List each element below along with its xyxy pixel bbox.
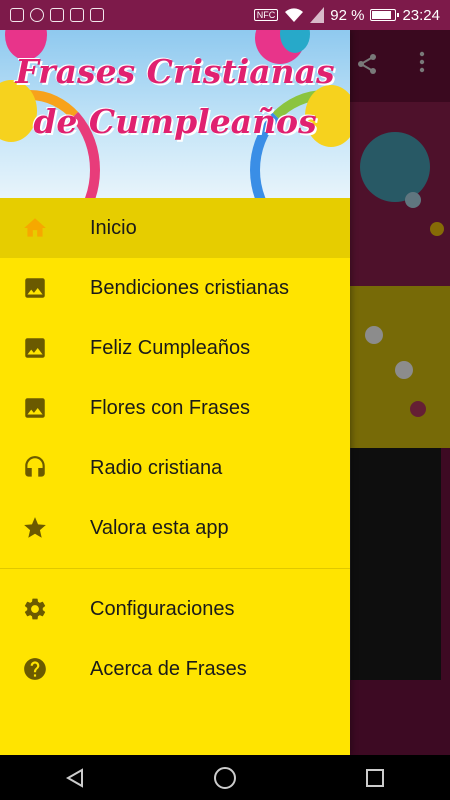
drawer-scrim[interactable] <box>350 30 450 755</box>
signal-icon <box>310 7 325 23</box>
battery-percent: 92 % <box>330 6 365 24</box>
back-button[interactable] <box>45 755 105 800</box>
home-button[interactable] <box>195 755 255 800</box>
clock: 23:24 <box>402 6 440 24</box>
image-icon <box>0 395 90 421</box>
wifi-icon <box>285 8 304 22</box>
recents-icon <box>366 768 384 787</box>
menu-item-configuraciones[interactable]: Configuraciones <box>0 579 350 639</box>
menu-item-bendiciones-cristianas[interactable]: Bendiciones cristianas <box>0 258 350 318</box>
menu-item-inicio[interactable]: Inicio <box>0 198 350 258</box>
menu-item-label: Inicio <box>90 216 137 239</box>
menu-item-label: Valora esta app <box>90 516 229 539</box>
menu-item-feliz-cumpleanos[interactable]: Feliz Cumpleaños <box>0 318 350 378</box>
home-icon <box>0 215 90 241</box>
menu-item-label: Acerca de Frases <box>90 657 247 680</box>
notification-chrome-icon <box>30 8 44 22</box>
menu-item-acerca-de-frases[interactable]: Acerca de Frases <box>0 639 350 699</box>
back-icon <box>65 767 83 788</box>
home-circle-icon <box>214 766 236 789</box>
headphones-icon <box>0 455 90 481</box>
notification-mail-icon <box>10 8 24 22</box>
gear-icon <box>0 596 90 622</box>
image-icon <box>0 275 90 301</box>
nfc-icon: NFC <box>253 9 279 21</box>
notification-chart-icon <box>90 8 104 22</box>
menu-item-radio-cristiana[interactable]: Radio cristiana <box>0 438 350 498</box>
menu-item-label: Bendiciones cristianas <box>90 276 289 299</box>
menu-item-label: Feliz Cumpleaños <box>90 336 251 359</box>
menu-divider <box>0 568 350 569</box>
system-nav-bar <box>0 755 450 800</box>
image-icon <box>0 335 90 361</box>
menu-item-valora-esta-app[interactable]: Valora esta app <box>0 498 350 558</box>
drawer-header: Frases Cristianas de Cumpleaños <box>0 30 350 198</box>
help-icon <box>0 656 90 682</box>
star-icon <box>0 515 90 541</box>
header-title-line1: Frases Cristianas <box>15 52 335 91</box>
menu-item-label: Radio cristiana <box>90 456 223 479</box>
menu-item-label: Flores con Frases <box>90 396 251 419</box>
header-title-line2: de Cumpleaños <box>33 102 317 141</box>
battery-icon <box>370 9 400 21</box>
status-bar: NFC 92 % 23:24 <box>0 0 450 30</box>
drawer-menu: Inicio Bendiciones cristianas Feliz Cump… <box>0 198 350 699</box>
notification-app-icon <box>50 8 64 22</box>
notification-chart-icon <box>70 8 84 22</box>
menu-item-flores-con-frases[interactable]: Flores con Frases <box>0 378 350 438</box>
recents-button[interactable] <box>345 755 405 800</box>
menu-item-label: Configuraciones <box>90 597 235 620</box>
navigation-drawer: Frases Cristianas de Cumpleaños Inicio B… <box>0 30 350 755</box>
